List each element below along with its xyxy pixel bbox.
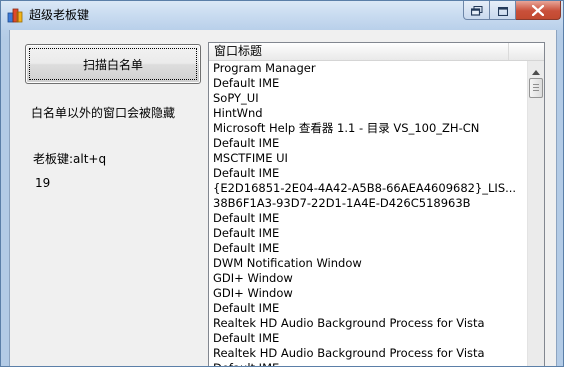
list-item[interactable]: 38B6F1A3-93D7-22D1-1A4E-D426C518963B xyxy=(209,196,527,211)
list-item[interactable]: Default IME xyxy=(209,331,527,346)
title-bar[interactable]: 超级老板键 xyxy=(1,1,563,30)
scroll-up-button[interactable] xyxy=(528,61,544,77)
list-item[interactable]: Default IME xyxy=(209,136,527,151)
maximize-button[interactable] xyxy=(490,1,516,20)
list-item[interactable]: SoPY_UI xyxy=(209,91,527,106)
vertical-scrollbar[interactable] xyxy=(527,61,544,366)
list-item[interactable]: DWM Notification Window xyxy=(209,256,527,271)
app-icon xyxy=(7,7,23,23)
list-item[interactable]: Realtek HD Audio Background Process for … xyxy=(209,346,527,361)
list-item[interactable]: Program Manager xyxy=(209,61,527,76)
grip-line xyxy=(533,84,539,85)
list-item[interactable]: Default IME xyxy=(209,361,527,366)
window-title-list[interactable]: 窗口标题 Program Manager Default IME SoPY_UI Hi… xyxy=(208,42,545,366)
focus-rectangle xyxy=(29,48,197,80)
column-header-window-title[interactable]: 窗口标题 xyxy=(209,43,509,60)
list-item[interactable]: Default IME xyxy=(209,226,527,241)
list-item[interactable]: Realtek HD Audio Background Process for … xyxy=(209,316,527,331)
maximize-icon xyxy=(497,1,508,20)
list-item[interactable]: Default IME xyxy=(209,301,527,316)
list-item[interactable]: Default IME xyxy=(209,76,527,91)
list-item[interactable]: MSCTFIME UI xyxy=(209,151,527,166)
hide-note-text: 白名单以外的窗口会被隐藏 xyxy=(31,106,176,120)
client-area: 扫描白名单 白名单以外的窗口会被隐藏 老板键:alt+q 19 窗口标题 Pro… xyxy=(9,30,557,366)
restore-down-button[interactable] xyxy=(463,1,490,20)
app-window: 超级老板键 扫描白名单 白名单以外的窗口会被隐藏 老板键:alt+q 19 窗口… xyxy=(0,0,564,367)
list-rows: Program Manager Default IME SoPY_UI HintWnd… xyxy=(209,61,527,366)
scroll-thumb[interactable] xyxy=(529,78,543,98)
list-item[interactable]: HintWnd xyxy=(209,106,527,121)
list-header: 窗口标题 xyxy=(209,43,544,61)
close-icon xyxy=(531,1,545,20)
scan-whitelist-button[interactable]: 扫描白名单 xyxy=(25,44,201,84)
chevron-up-icon xyxy=(532,60,540,79)
caption-buttons xyxy=(463,1,561,21)
grip-line xyxy=(533,90,539,91)
restore-down-icon xyxy=(470,1,483,20)
window-count-text: 19 xyxy=(35,176,51,190)
list-item[interactable]: Default IME xyxy=(209,241,527,256)
list-item[interactable]: {E2D16851-2E04-4A42-A5B8-66AEA4609682}_L… xyxy=(209,181,527,196)
window-title: 超级老板键 xyxy=(29,8,90,22)
list-item[interactable]: GDI+ Window xyxy=(209,286,527,301)
list-item[interactable]: Default IME xyxy=(209,166,527,181)
list-item[interactable]: Default IME xyxy=(209,211,527,226)
boss-key-text: 老板键:alt+q xyxy=(33,152,107,166)
list-item[interactable]: Microsoft Help 查看器 1.1 - 目录 VS_100_ZH-CN xyxy=(209,121,527,136)
grip-line xyxy=(533,87,539,88)
list-item[interactable]: GDI+ Window xyxy=(209,271,527,286)
close-button[interactable] xyxy=(516,1,561,20)
